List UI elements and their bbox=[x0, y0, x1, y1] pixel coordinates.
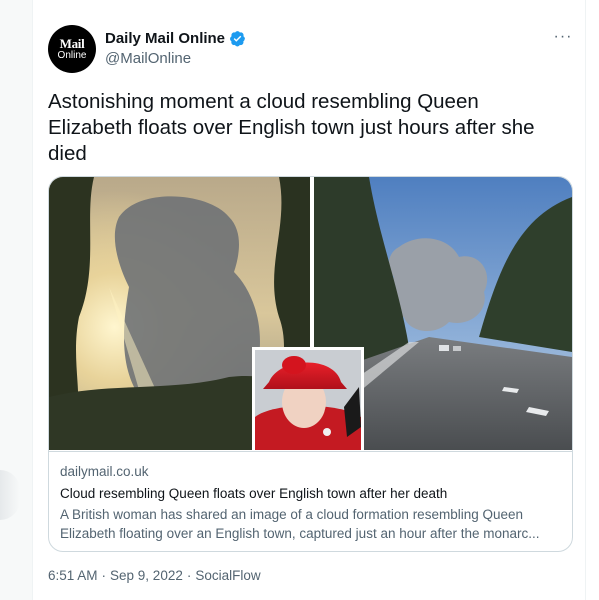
tweet-timestamp: 6:51 AM · Sep 9, 2022 · SocialFlow bbox=[48, 568, 261, 583]
display-name[interactable]: Daily Mail Online bbox=[105, 30, 225, 47]
tweet-card[interactable]: Mail Online Daily Mail Online @MailOnlin… bbox=[32, 0, 586, 600]
avatar[interactable]: Mail Online bbox=[48, 25, 96, 73]
link-preview-card[interactable]: dailymail.co.uk Cloud resembling Queen f… bbox=[48, 176, 573, 552]
card-image-collage bbox=[49, 177, 572, 450]
card-image[interactable] bbox=[49, 177, 572, 450]
tweet-date[interactable]: Sep 9, 2022 bbox=[110, 568, 183, 583]
card-description-line1: A British woman has shared an image of a… bbox=[60, 507, 524, 522]
avatar-logo-line1: Mail bbox=[59, 36, 85, 51]
queen-portrait-inset bbox=[252, 347, 364, 450]
card-title[interactable]: Cloud resembling Queen floats over Engli… bbox=[60, 486, 565, 501]
more-options-icon[interactable]: ··· bbox=[548, 27, 578, 51]
name-row: Daily Mail Online bbox=[105, 30, 246, 47]
separator: · bbox=[186, 568, 192, 583]
tweet-source: SocialFlow bbox=[195, 568, 261, 583]
separator: · bbox=[101, 568, 107, 583]
verified-badge-icon bbox=[230, 31, 245, 47]
card-meta: dailymail.co.uk Cloud resembling Queen f… bbox=[49, 451, 572, 551]
card-domain: dailymail.co.uk bbox=[60, 464, 149, 479]
car bbox=[439, 345, 449, 351]
page: Mail Online Daily Mail Online @MailOnlin… bbox=[0, 0, 599, 600]
avatar-logo-line2: Online bbox=[57, 50, 87, 61]
card-description-line2: Elizabeth floating over an English town,… bbox=[60, 525, 540, 541]
tweet-text: Astonishing moment a cloud resembling Qu… bbox=[48, 90, 535, 165]
tweet-time[interactable]: 6:51 AM bbox=[48, 568, 98, 583]
sidebar-shadow bbox=[0, 470, 20, 520]
user-handle[interactable]: @MailOnline bbox=[105, 50, 191, 67]
left-sidebar-edge bbox=[0, 0, 32, 600]
card-description: A British woman has shared an image of a… bbox=[60, 506, 560, 543]
tweet-header: Mail Online Daily Mail Online @MailOnlin… bbox=[48, 25, 578, 75]
